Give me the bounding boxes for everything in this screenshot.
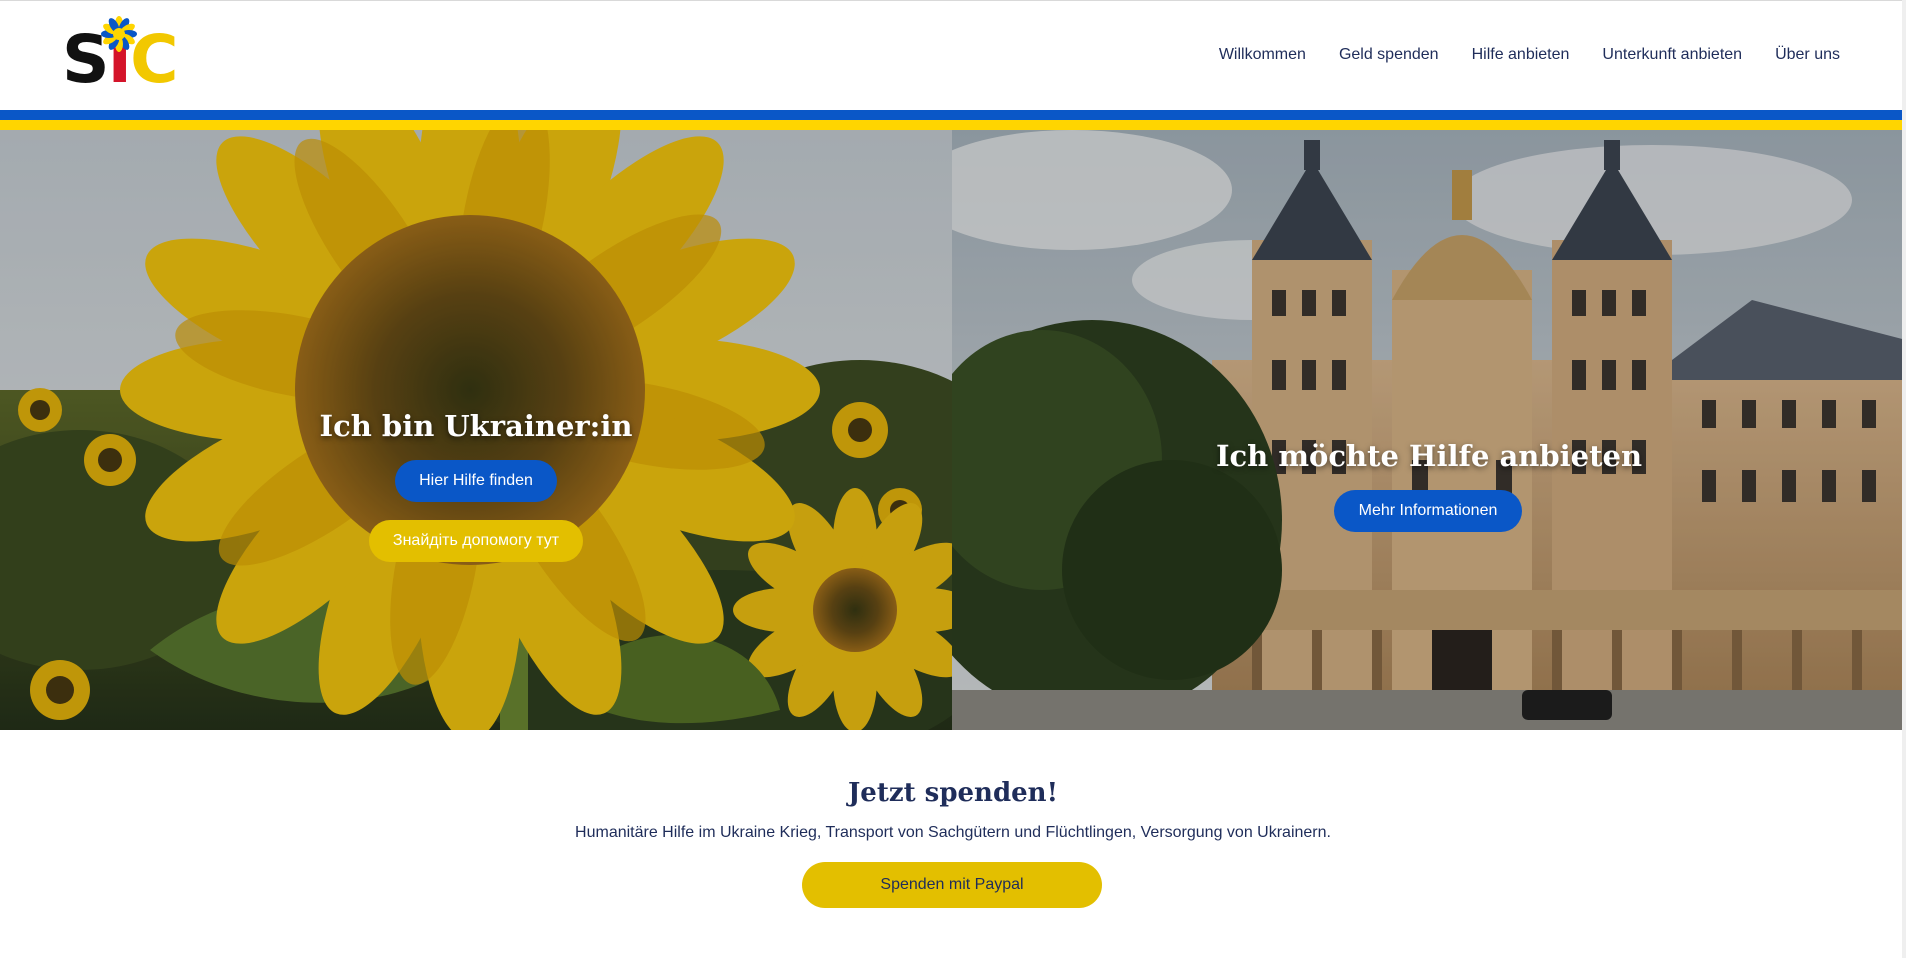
nav-willkommen[interactable]: Willkommen — [1219, 45, 1306, 65]
more-info-button[interactable]: Mehr Informationen — [1334, 490, 1522, 532]
sunflower-icon — [100, 15, 138, 53]
ukraine-stripe-blue — [0, 110, 1906, 120]
hero-offer-help: Ich möchte Hilfe anbieten Mehr Informati… — [952, 130, 1906, 730]
nav-geld-spenden[interactable]: Geld spenden — [1339, 45, 1439, 65]
main-nav: Willkommen Geld spenden Hilfe anbieten U… — [1219, 45, 1840, 65]
hero-offer-help-title: Ich möchte Hilfe anbieten — [1215, 439, 1643, 473]
page-scrollbar[interactable] — [1902, 0, 1906, 958]
hero-ukrainian: Ich bin Ukrainer:in Hier Hilfe finden Зн… — [0, 130, 952, 730]
nav-ueber-uns[interactable]: Über uns — [1775, 45, 1840, 65]
find-help-ukrainian-button[interactable]: Знайдіть допомогу тут — [369, 520, 583, 562]
hero-overlay — [952, 130, 1906, 730]
paypal-donate-button[interactable]: Spenden mit Paypal — [802, 862, 1102, 908]
site-logo[interactable]: SIC — [62, 15, 182, 98]
nav-unterkunft-anbieten[interactable]: Unterkunft anbieten — [1602, 45, 1742, 65]
nav-hilfe-anbieten[interactable]: Hilfe anbieten — [1472, 45, 1570, 65]
find-help-button[interactable]: Hier Hilfe finden — [395, 460, 557, 502]
donate-title: Jetzt spenden! — [848, 778, 1058, 808]
hero-ukrainian-title: Ich bin Ukrainer:in — [319, 409, 633, 443]
site-header: SIC Willkommen Geld spenden Hilfe anbiet… — [0, 1, 1906, 109]
ukraine-stripe-yellow — [0, 120, 1906, 130]
donate-description: Humanitäre Hilfe im Ukraine Krieg, Trans… — [575, 824, 1331, 841]
